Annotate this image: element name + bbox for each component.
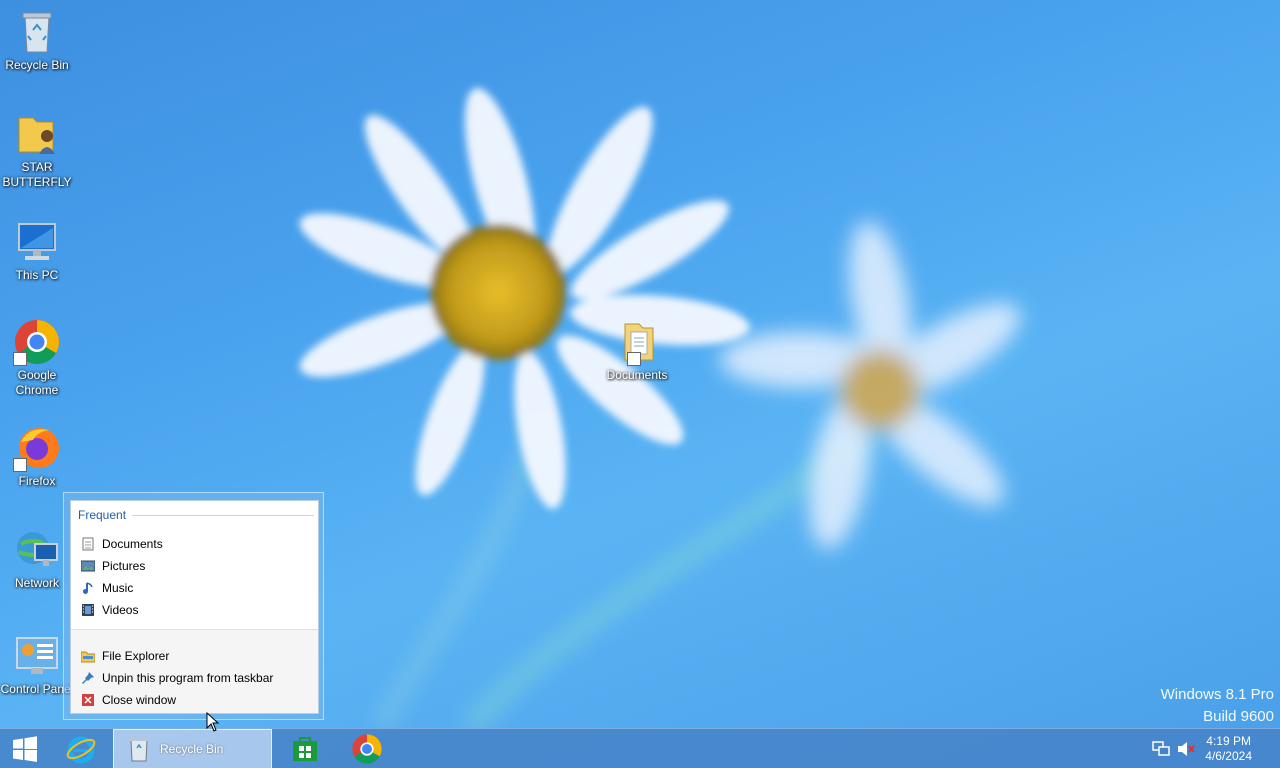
tray-network[interactable]: [1150, 729, 1172, 768]
jump-list-item-label: Videos: [102, 603, 139, 617]
desktop-icon-label: Documents: [606, 368, 668, 382]
desktop-icon-label: This PC: [15, 268, 59, 282]
recycle-bin-icon: [130, 738, 148, 762]
jump-list-item-label: Music: [102, 581, 134, 595]
folder-icon: [80, 649, 96, 663]
desktop-icon-label: Google Chrome: [15, 368, 59, 397]
computer-icon: [13, 218, 61, 266]
jump-list-item-pictures[interactable]: Pictures: [80, 556, 311, 576]
jump-list-separator: [71, 629, 318, 630]
jump-list-item-documents[interactable]: Documents: [81, 534, 311, 554]
windows-watermark: Windows 8.1 Pro Build 9600: [1161, 684, 1274, 728]
desktop-icon-firefox[interactable]: Firefox: [0, 424, 74, 489]
shortcut-arrow-icon: [13, 458, 27, 472]
desktop-icon-google-chrome[interactable]: Google Chrome: [0, 318, 74, 398]
desktop-icon-documents[interactable]: Documents: [600, 318, 674, 383]
desktop-icon-label: STAR BUTTERFLY: [2, 160, 72, 189]
windows-logo-icon: [13, 736, 37, 762]
document-icon: [81, 537, 95, 551]
volume-muted-icon: [1178, 742, 1195, 756]
pin-icon: [81, 671, 95, 685]
jump-list: Frequent Documents Pictures Music Videos…: [63, 492, 324, 720]
taskbar-recycle-bin[interactable]: Recycle Bin: [113, 729, 272, 768]
desktop-icon-label: Network: [14, 576, 59, 590]
jump-list-item-label: File Explorer: [102, 649, 170, 663]
taskbar: Recycle Bin 4:19 PM 4/6/2024: [0, 728, 1280, 768]
mouse-cursor-icon: [206, 712, 220, 732]
taskbar-active-label: Recycle Bin: [160, 742, 224, 756]
taskbar-internet-explorer[interactable]: [56, 729, 106, 768]
jump-list-item-music[interactable]: Music: [81, 578, 311, 598]
shortcut-arrow-icon: [13, 352, 27, 366]
desktop-icon-label: Firefox: [18, 474, 56, 488]
clock-date: 4/6/2024: [1205, 749, 1252, 763]
control-panel-icon: [13, 632, 61, 680]
desktop-icon-label: Recycle Bin: [5, 58, 69, 72]
taskbar-store[interactable]: [280, 729, 330, 768]
jump-list-task-close-window[interactable]: Close window: [81, 690, 311, 710]
taskbar-chrome[interactable]: [342, 729, 392, 768]
jump-list-header: Frequent: [78, 508, 314, 522]
jump-list-item-label: Pictures: [102, 559, 146, 573]
desktop-icon-this-pc[interactable]: This PC: [0, 218, 74, 283]
start-button[interactable]: [0, 729, 50, 768]
chrome-icon: [352, 734, 382, 764]
tray-volume[interactable]: [1175, 729, 1197, 768]
jump-list-task-file-explorer[interactable]: File Explorer: [80, 646, 311, 666]
jump-list-item-label: Documents: [102, 537, 163, 551]
jump-list-item-videos[interactable]: Videos: [81, 600, 311, 620]
tray-clock[interactable]: 4:19 PM 4/6/2024: [1205, 734, 1252, 764]
chrome-icon: [13, 318, 61, 366]
desktop-icon-recycle-bin[interactable]: Recycle Bin: [0, 8, 74, 73]
firefox-icon: [13, 424, 61, 472]
close-icon: [81, 693, 95, 707]
user-folder-icon: [13, 110, 61, 158]
music-icon: [81, 581, 95, 595]
recycle-bin-icon: [13, 8, 61, 56]
network-icon: [13, 526, 61, 574]
documents-folder-icon: [613, 318, 661, 366]
pictures-icon: [80, 559, 96, 573]
jump-list-item-label: Unpin this program from taskbar: [102, 671, 274, 685]
watermark-edition: Windows 8.1 Pro: [1160, 686, 1274, 703]
desktop-icon-star-butterfly[interactable]: STAR BUTTERFLY: [0, 110, 74, 190]
videos-icon: [81, 603, 95, 617]
header-divider: [132, 514, 314, 516]
jump-list-task-unpin[interactable]: Unpin this program from taskbar: [81, 668, 311, 688]
watermark-build: Build 9600: [1203, 708, 1274, 725]
shortcut-arrow-icon: [627, 352, 641, 366]
jump-list-item-label: Close window: [102, 693, 177, 707]
jump-list-panel: Frequent Documents Pictures Music Videos…: [70, 500, 319, 714]
clock-time: 4:19 PM: [1206, 734, 1251, 748]
jump-list-header-label: Frequent: [78, 508, 127, 522]
store-icon: [293, 737, 317, 761]
network-tray-icon: [1152, 741, 1170, 756]
internet-explorer-icon: [66, 736, 96, 764]
